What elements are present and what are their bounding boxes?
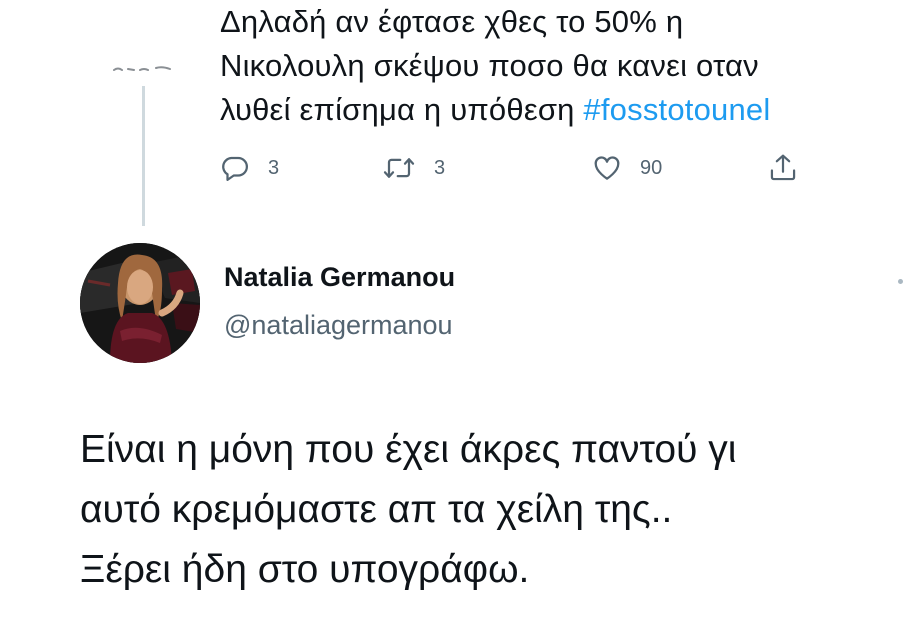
parent-tweet-action-bar: 3 3 90 xyxy=(220,148,840,188)
hashtag-link[interactable]: #fosstotounel xyxy=(583,92,770,127)
thread-connector-line xyxy=(142,86,145,226)
author-handle[interactable]: @nataliagermanou xyxy=(224,310,453,341)
reply-button[interactable]: 3 xyxy=(220,148,279,188)
parent-tweet-line-text: λυθεί επίσημα η υπόθεση xyxy=(220,92,584,127)
heart-icon xyxy=(592,153,622,183)
tweet-text-line: Είναι η μόνη που έχει άκρες παντού γι xyxy=(80,428,737,471)
reply-icon xyxy=(220,153,250,183)
parent-tweet-line: Δηλαδή αν έφτασε χθες το 50% η xyxy=(220,4,684,39)
parent-tweet-line: Νικολουλη σκέψου ποσο θα κανει οταν xyxy=(220,48,759,83)
retweet-count: 3 xyxy=(434,156,446,179)
parent-avatar-edge xyxy=(112,60,176,76)
like-count: 90 xyxy=(640,156,663,179)
like-button[interactable]: 90 xyxy=(592,148,662,188)
share-button[interactable] xyxy=(768,148,798,188)
tweet-text-line: αυτό κρεμόμαστε απ τα χείλη της.. xyxy=(80,488,673,531)
tweet-text-line: Ξέρει ήδη στο υπογράφω. xyxy=(80,548,530,591)
retweet-button[interactable]: 3 xyxy=(382,148,445,188)
author-name[interactable]: Natalia Germanou xyxy=(224,262,455,293)
parent-tweet-line: λυθεί επίσημα η υπόθεση #fosstotounel xyxy=(220,88,890,132)
share-icon xyxy=(768,152,798,184)
tweet-text: Είναι η μόνη που έχει άκρες παντού γι αυ… xyxy=(80,420,900,600)
avatar[interactable] xyxy=(80,243,200,363)
reply-count: 3 xyxy=(268,156,280,179)
retweet-icon xyxy=(382,153,416,183)
parent-tweet-text: Δηλαδή αν έφτασε χθες το 50% η Νικολουλη… xyxy=(220,0,890,132)
more-icon[interactable] xyxy=(898,279,903,284)
